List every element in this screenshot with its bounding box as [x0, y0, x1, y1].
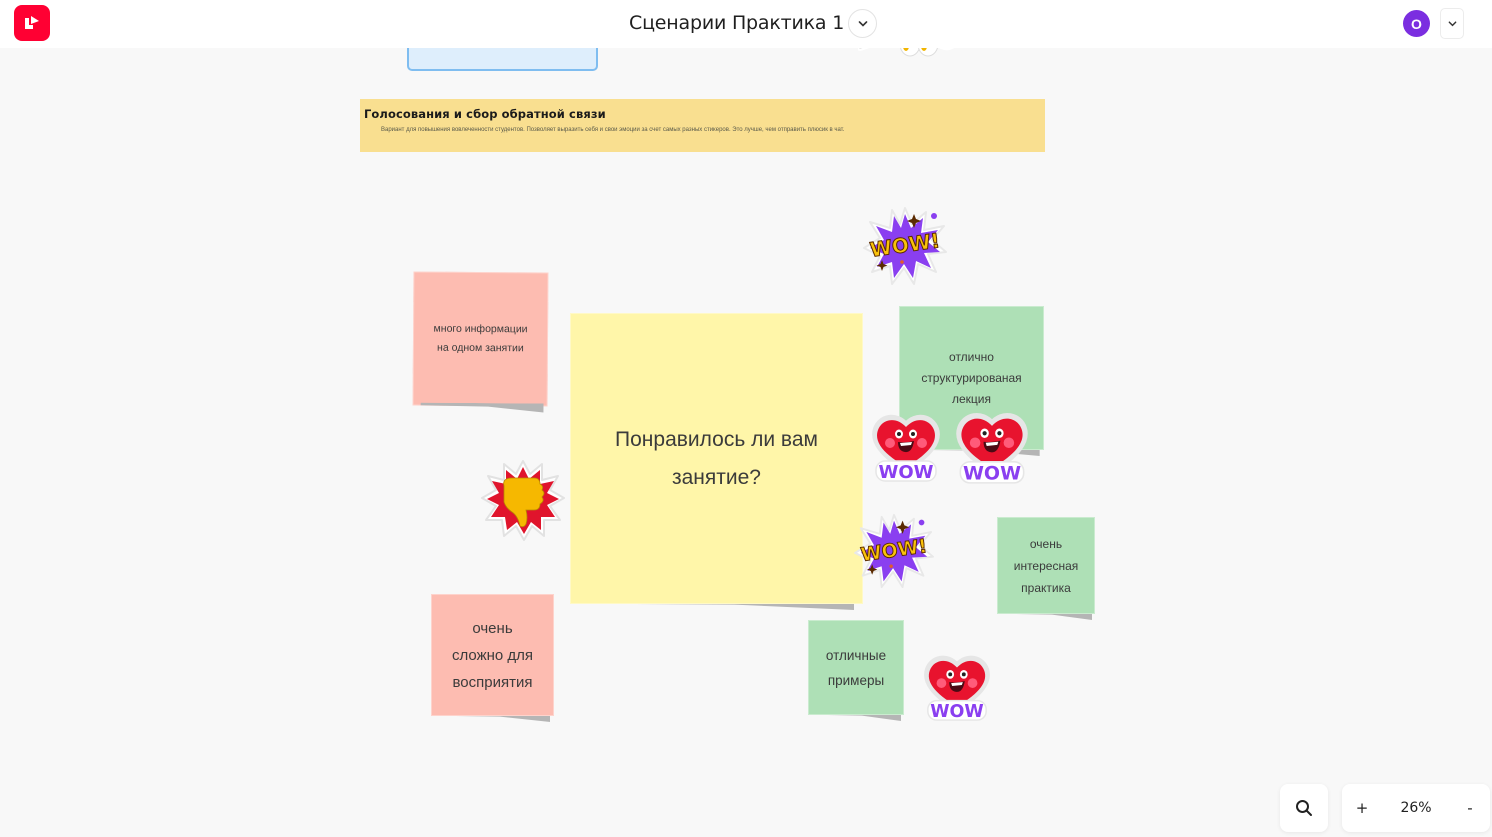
main-question-note[interactable]: Понравилось ли вам занятие? — [570, 313, 863, 604]
heart-wow-sticker[interactable]: WOW — [954, 409, 1030, 485]
sticky-note-text: очень интересная практика — [1013, 536, 1079, 595]
zoom-controls: + 26% - — [1342, 784, 1490, 832]
svg-text:WOW: WOW — [963, 463, 1021, 485]
sticky-note-text: отлично структурированая лекция — [921, 349, 1022, 406]
heart-wow-sticker[interactable]: WOW — [922, 652, 992, 722]
sticky-note-text: очень сложно для восприятия — [451, 619, 534, 691]
banner-title: Голосования и сбор обратной связи — [364, 107, 606, 121]
thumbs-down-sticker[interactable] — [480, 458, 566, 544]
wow-burst-sticker[interactable]: WOW! — [853, 513, 935, 589]
user-avatar[interactable]: O — [1403, 10, 1430, 37]
sticky-note-text: отличные примеры — [825, 647, 887, 688]
svg-text:WOW: WOW — [930, 702, 983, 722]
whiteboard-canvas[interactable]: Голосования и сбор обратной связи Вариан… — [0, 48, 1492, 837]
zoom-in-button[interactable]: + — [1342, 784, 1382, 832]
search-icon — [1296, 800, 1312, 816]
blue-frame-card[interactable] — [407, 48, 598, 71]
zoom-level[interactable]: 26% — [1382, 800, 1450, 816]
sticky-note[interactable]: много информации на одном занятии — [412, 271, 549, 407]
board-title[interactable]: Сценарии Практика 1 — [629, 12, 844, 34]
sticky-note-text: много информации на одном занятии — [433, 322, 528, 355]
app-logo-icon[interactable] — [14, 5, 50, 41]
sticky-note[interactable]: очень сложно для восприятия — [431, 594, 554, 716]
heart-wow-sticker[interactable]: WOW — [870, 411, 942, 483]
top-bar: Сценарии Практика 1 O — [0, 0, 1492, 48]
partial-sticker[interactable] — [857, 48, 963, 66]
chevron-down-icon — [858, 20, 867, 27]
svg-text:WOW: WOW — [878, 462, 933, 483]
chevron-down-icon — [1448, 20, 1456, 26]
banner-description: Вариант для повышения вовлеченности студ… — [381, 127, 845, 133]
search-button[interactable] — [1280, 784, 1328, 832]
section-banner[interactable]: Голосования и сбор обратной связи Вариан… — [360, 99, 1045, 152]
board-menu-button[interactable] — [848, 9, 877, 38]
main-question-text: Понравилось ли вам занятие? — [615, 427, 818, 489]
user-menu-button[interactable] — [1440, 8, 1464, 39]
sticky-note[interactable]: отличные примеры — [808, 620, 904, 715]
wow-burst-sticker[interactable]: WOW! — [862, 206, 948, 286]
sticky-note[interactable]: очень интересная практика — [997, 517, 1095, 614]
zoom-out-button[interactable]: - — [1450, 784, 1490, 832]
